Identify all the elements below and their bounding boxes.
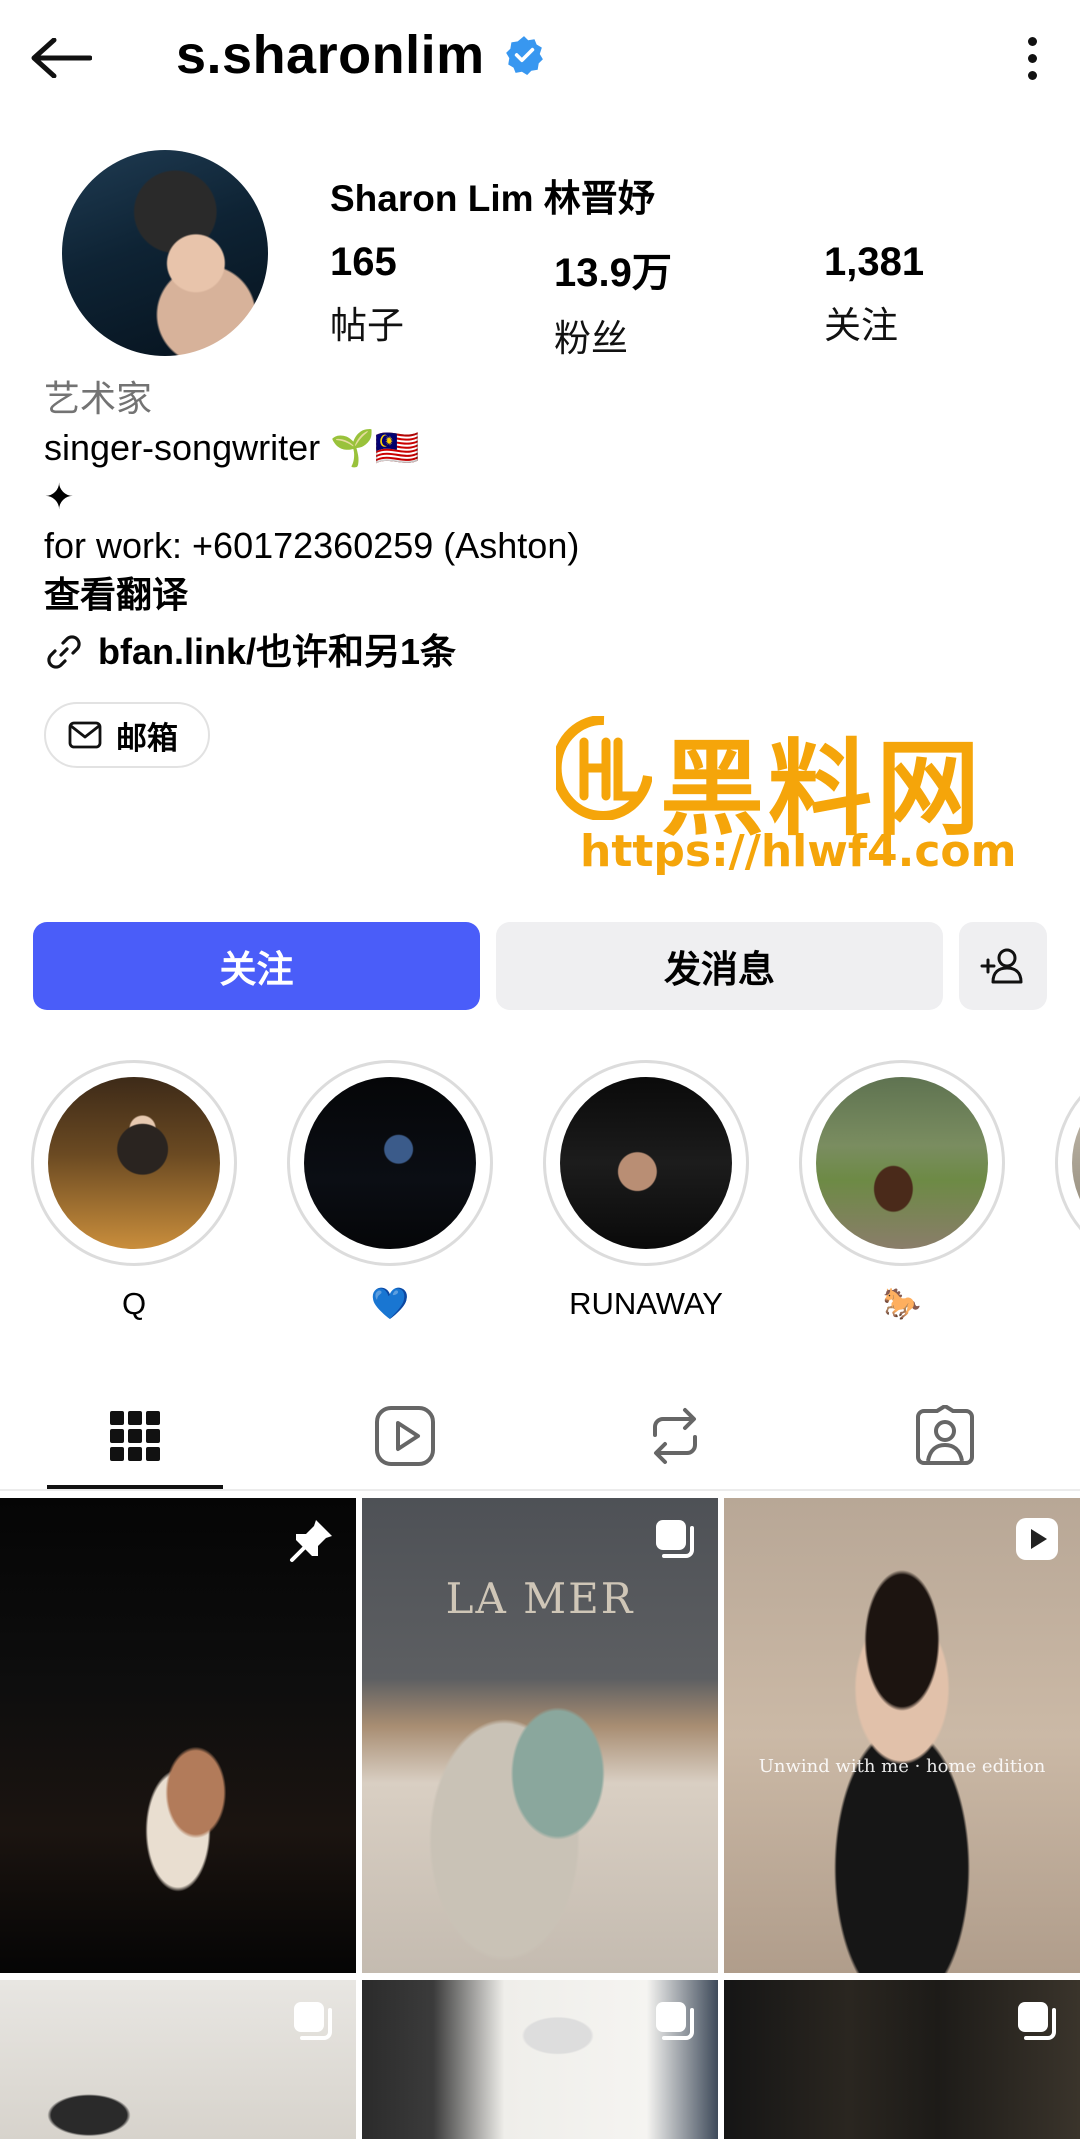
carousel-icon [1018,2002,1056,2040]
tab-posts[interactable] [47,1382,223,1490]
stat-label: 关注 [824,305,898,346]
grid-icon [110,1411,160,1461]
post-thumbnail[interactable]: Unwind with me · home edition [724,1498,1080,1973]
display-name: Sharon Lim 林晋妤 [330,178,655,219]
stat-label: 粉丝 [554,318,628,359]
profile-avatar[interactable] [62,150,268,356]
tagged-icon [916,1405,974,1465]
verified-badge-icon [505,36,543,75]
post-thumbnail[interactable] [0,1498,356,1973]
highlight-cover [48,1077,220,1249]
more-dot-icon [1027,36,1037,46]
post-thumbnail[interactable] [0,1980,356,2139]
more-dot-icon [1027,53,1037,63]
top-bar: s.sharonlim [0,0,1080,115]
see-translation-link[interactable]: 查看翻译 [44,570,1044,619]
suggested-users-button[interactable] [959,922,1047,1010]
post-overlay-text: LA MER [445,1574,635,1623]
stat-followers[interactable]: 13.9万 粉丝 [554,240,672,362]
post-overlay-text: Unwind with me · home edition [758,1756,1046,1777]
tabs-divider [0,1489,1080,1491]
highlight-cover [304,1077,476,1249]
highlight-cover [816,1077,988,1249]
profile-category: 艺术家 [44,378,153,419]
profile-stats: 165 帖子 13.9万 粉丝 1,381 关注 [330,240,1030,359]
stat-value: 165 [330,240,397,284]
username-text: s.sharonlim [176,25,485,85]
mail-icon [68,721,102,749]
tab-tagged[interactable] [857,1382,1033,1490]
bio-line: for work: +60172360259 (Ashton) [44,525,580,566]
highlight-ring [543,1060,749,1266]
more-dot-icon [1027,70,1037,80]
reel-icon [1016,1518,1058,1560]
carousel-icon [656,2002,694,2040]
add-user-icon [980,948,1023,984]
highlight-item[interactable]: 💙 [287,1060,493,1324]
highlight-label: 🐎 [882,1286,922,1321]
stat-value: 1,381 [824,240,925,284]
highlight-item[interactable]: 🐎 [799,1060,1005,1324]
bio-link[interactable]: bfan.link/也许和另1条 [44,627,1044,676]
highlight-cover [560,1077,732,1249]
highlight-ring [287,1060,493,1266]
post-thumbnail[interactable] [724,1980,1080,2139]
message-button[interactable]: 发消息 [496,922,943,1010]
email-button[interactable]: 邮箱 [44,702,210,768]
more-options-button[interactable] [1012,28,1052,88]
highlight-label: Q [121,1286,147,1321]
stat-label: 帖子 [330,305,404,346]
tab-reposts[interactable] [587,1382,763,1490]
highlight-item[interactable]: RUNAWAY [543,1060,749,1324]
highlight-item[interactable]: Q [31,1060,237,1324]
back-button[interactable] [30,28,100,88]
watermark-logo-icon [556,716,652,820]
reposts-icon [653,1408,697,1464]
highlight-label: RUNAWAY [569,1286,723,1321]
profile-bio: 艺术家 singer-songwriter 🌱🇲🇾 ✦ for work: +6… [44,374,1044,676]
watermark-url: https://hlwf4.com [580,826,1017,877]
follow-button[interactable]: 关注 [33,922,480,1010]
pin-icon [290,1520,332,1562]
stat-value: 13.9万 [554,251,672,295]
profile-tabs [0,1382,1080,1490]
carousel-icon [294,2002,332,2040]
watermark: 黑料网 https://hlwf4.com [556,712,1046,882]
highlight-cover [1072,1077,1080,1249]
stat-posts[interactable]: 165 帖子 [330,240,404,349]
post-thumbnail[interactable] [362,1980,718,2139]
reels-icon [375,1406,435,1466]
post-thumbnail[interactable]: LA MER [362,1498,718,1973]
highlight-ring [799,1060,1005,1266]
bio-line: singer-songwriter 🌱🇲🇾 [44,427,420,468]
email-label: 邮箱 [116,720,178,756]
carousel-icon [656,1520,694,1558]
stat-following[interactable]: 1,381 关注 [824,240,924,349]
bio-link-text: bfan.link/也许和另1条 [98,631,457,672]
profile-username: s.sharonlim [176,24,545,86]
highlight-label: 💙 [370,1286,410,1321]
arrow-left-icon [31,38,92,78]
link-icon [47,634,81,669]
tab-reels[interactable] [317,1382,493,1490]
bio-line: ✦ [44,476,75,517]
highlight-item-partial[interactable] [1055,1060,1080,1266]
highlight-ring [1055,1060,1080,1266]
highlight-ring [31,1060,237,1266]
